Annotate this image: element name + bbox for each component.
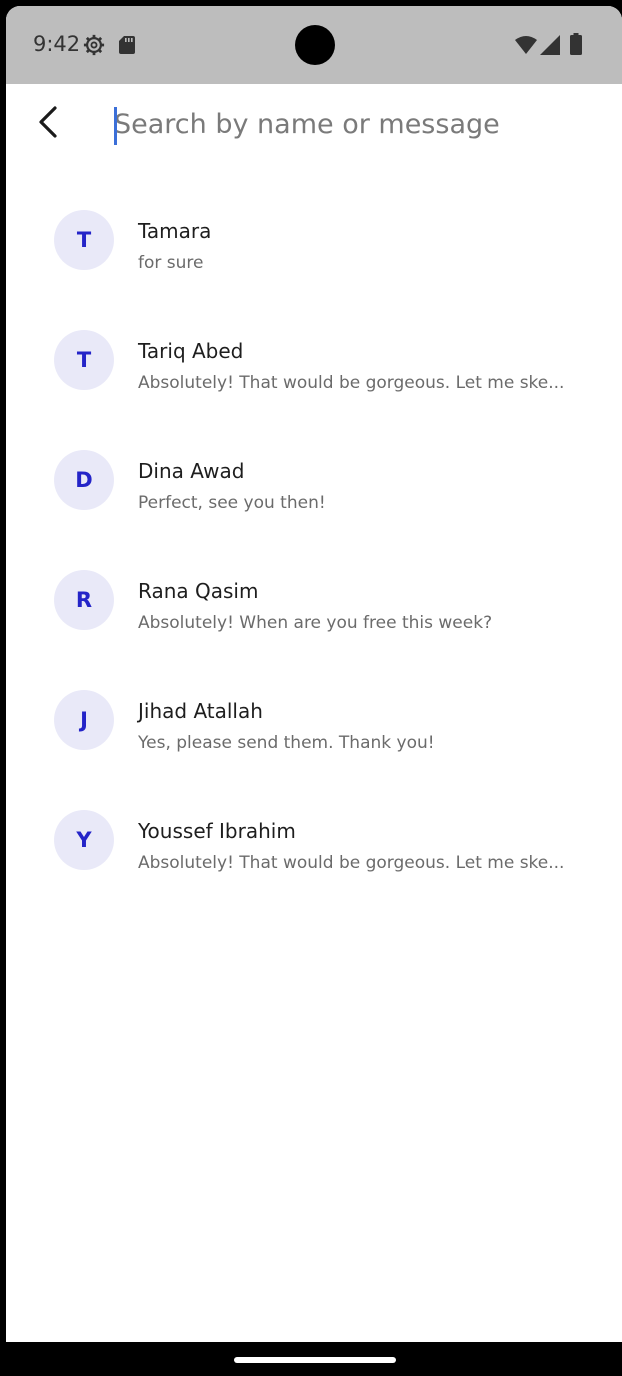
conversation-item[interactable]: D Dina Awad Perfect, see you then!: [6, 420, 622, 540]
camera-cutout: [295, 25, 335, 65]
contact-name: Tamara: [138, 219, 212, 243]
wifi-icon: [515, 36, 537, 54]
conversation-item[interactable]: R Rana Qasim Absolutely! When are you fr…: [6, 540, 622, 660]
last-message: Yes, please send them. Thank you!: [138, 733, 435, 753]
conversation-item[interactable]: T Tamara for sure: [6, 180, 622, 300]
chevron-left-icon: [39, 106, 57, 138]
contact-name: Tariq Abed: [138, 339, 244, 363]
status-bar: 9:42: [6, 6, 622, 84]
contact-name: Youssef Ibrahim: [138, 819, 296, 843]
contact-name: Jihad Atallah: [138, 699, 263, 723]
cell-signal-icon: [540, 35, 560, 55]
home-indicator[interactable]: [234, 1357, 396, 1363]
app-screen: 9:42 Search by name or message T Tamara …: [6, 6, 622, 1376]
contact-name: Rana Qasim: [138, 579, 259, 603]
last-message: Absolutely! When are you free this week?: [138, 613, 493, 633]
avatar: Y: [54, 810, 114, 870]
last-message: for sure: [138, 253, 204, 273]
text-cursor: [114, 107, 117, 145]
conversation-item[interactable]: T Tariq Abed Absolutely! That would be g…: [6, 300, 622, 420]
conversation-item[interactable]: Y Youssef Ibrahim Absolutely! That would…: [6, 780, 622, 900]
contact-name: Dina Awad: [138, 459, 245, 483]
last-message: Perfect, see you then!: [138, 493, 326, 513]
avatar: T: [54, 330, 114, 390]
settings-gear-icon: [83, 34, 105, 56]
navigation-bar: [6, 1342, 622, 1376]
search-input[interactable]: [112, 102, 594, 146]
conversation-item[interactable]: J Jihad Atallah Yes, please send them. T…: [6, 660, 622, 780]
back-button[interactable]: [28, 102, 68, 142]
last-message: Absolutely! That would be gorgeous. Let …: [138, 853, 565, 873]
battery-icon: [570, 33, 582, 55]
last-message: Absolutely! That would be gorgeous. Let …: [138, 373, 565, 393]
avatar: R: [54, 570, 114, 630]
sd-card-icon: [119, 36, 135, 54]
avatar: T: [54, 210, 114, 270]
avatar: D: [54, 450, 114, 510]
avatar: J: [54, 690, 114, 750]
conversation-list: T Tamara for sure T Tariq Abed Absolutel…: [6, 180, 622, 900]
status-time: 9:42: [33, 32, 81, 56]
